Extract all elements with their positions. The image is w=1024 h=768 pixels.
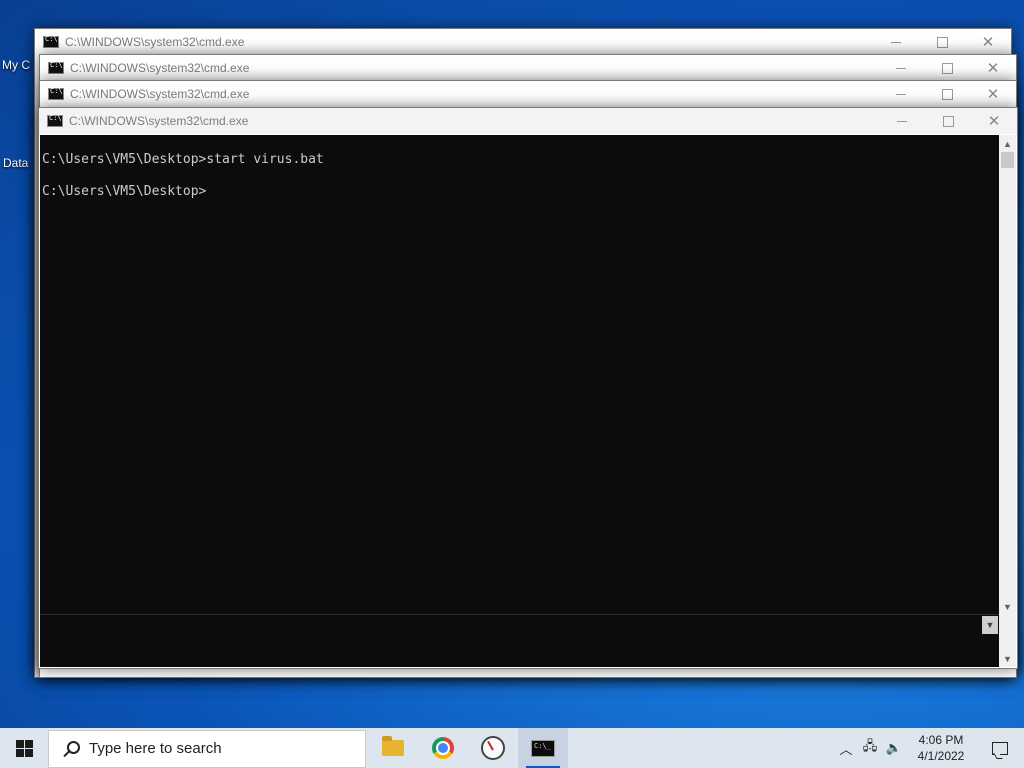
minimize-icon [896,93,906,95]
search-placeholder: Type here to search [89,740,222,757]
cmd-window-active[interactable]: C:\WINDOWS\system32\cmd.exe ✕ C:\Users\V… [38,107,1018,669]
system-tray: ︿ 🖧 🔈 4:06 PM 4/1/2022 [834,728,1024,768]
console-lower-area [40,614,999,667]
window-title: C:\WINDOWS\system32\cmd.exe [65,35,245,49]
close-icon: ✕ [986,59,1000,77]
notification-icon [992,741,1008,755]
clock-time: 4:06 PM [918,733,964,747]
minimize-button[interactable] [878,81,924,107]
title-bar[interactable]: C:\WINDOWS\system32\cmd.exe ✕ [40,55,1016,81]
title-bar[interactable]: C:\WINDOWS\system32\cmd.exe ✕ [35,29,1011,55]
scroll-down-box[interactable]: ▼ [982,616,998,634]
minimize-button[interactable] [873,29,919,55]
action-center-button[interactable] [976,728,1024,768]
desktop-icon-data[interactable]: Data [3,156,28,170]
maximize-icon [942,115,954,127]
title-bar[interactable]: C:\WINDOWS\system32\cmd.exe ✕ [39,108,1017,134]
maximize-button[interactable] [925,108,971,134]
console-output[interactable]: C:\Users\VM5\Desktop>start virus.bat C:\… [40,135,999,615]
desktop-icon-label: Data [3,156,29,170]
window-title: C:\WINDOWS\system32\cmd.exe [69,114,249,128]
taskbar-search-box[interactable]: Type here to search [48,729,366,768]
vertical-scrollbar[interactable]: ▲ ▼ ▼ [999,135,1016,667]
scroll-bottom-arrow-icon[interactable]: ▼ [999,650,1016,667]
console-line: C:\Users\VM5\Desktop> [42,184,207,199]
maximize-icon [941,88,953,100]
maximize-button[interactable] [924,55,970,81]
minimize-icon [891,41,901,43]
cmd-window-icon [48,61,64,74]
console-line: C:\Users\VM5\Desktop>start virus.bat [42,152,324,167]
cmd-window-icon [48,87,64,100]
taskbar: Type here to search C:\_ ︿ 🖧 🔈 4:06 PM 4… [0,728,1024,768]
tray-chevron-up-icon[interactable]: ︿ [834,728,858,768]
cmd-window-icon [43,35,59,48]
title-bar[interactable]: C:\WINDOWS\system32\cmd.exe ✕ [40,81,1016,107]
desktop-icon-my-computer[interactable]: My C [2,58,30,72]
close-icon: ✕ [981,33,995,51]
maximize-button[interactable] [924,81,970,107]
windows-logo-icon [15,739,33,757]
scroll-thumb[interactable] [1001,152,1014,168]
scroll-down-arrow-icon[interactable]: ▼ [999,598,1016,615]
scroll-up-arrow-icon[interactable]: ▲ [999,135,1016,152]
maximize-button[interactable] [919,29,965,55]
close-button[interactable]: ✕ [971,108,1017,134]
dial-app-icon [481,736,505,760]
taskbar-clock[interactable]: 4:06 PM 4/1/2022 [906,732,976,764]
minimize-button[interactable] [879,108,925,134]
close-icon: ✕ [987,112,1001,130]
close-button[interactable]: ✕ [965,29,1011,55]
minimize-button[interactable] [878,55,924,81]
close-button[interactable]: ✕ [970,81,1016,107]
cmd-window-icon [47,114,63,127]
chrome-icon [432,737,454,759]
window-title: C:\WINDOWS\system32\cmd.exe [70,61,250,75]
file-explorer-icon [382,736,404,756]
minimize-icon [896,67,906,69]
minimize-icon [897,120,907,122]
network-icon[interactable]: 🖧 [858,728,882,768]
desktop-icon-label: My C [2,58,30,72]
taskbar-cmd[interactable]: C:\_ [518,728,568,768]
start-button[interactable] [0,728,48,768]
close-button[interactable]: ✕ [970,55,1016,81]
maximize-icon [936,36,948,48]
window-title: C:\WINDOWS\system32\cmd.exe [70,87,250,101]
search-icon [63,740,80,757]
cmd-icon: C:\_ [531,739,555,757]
clock-date: 4/1/2022 [917,749,965,763]
taskbar-dial-app[interactable] [468,728,518,768]
taskbar-chrome[interactable] [418,728,468,768]
taskbar-file-explorer[interactable] [368,728,418,768]
volume-icon[interactable]: 🔈 [882,728,906,768]
close-icon: ✕ [986,85,1000,103]
maximize-icon [941,62,953,74]
